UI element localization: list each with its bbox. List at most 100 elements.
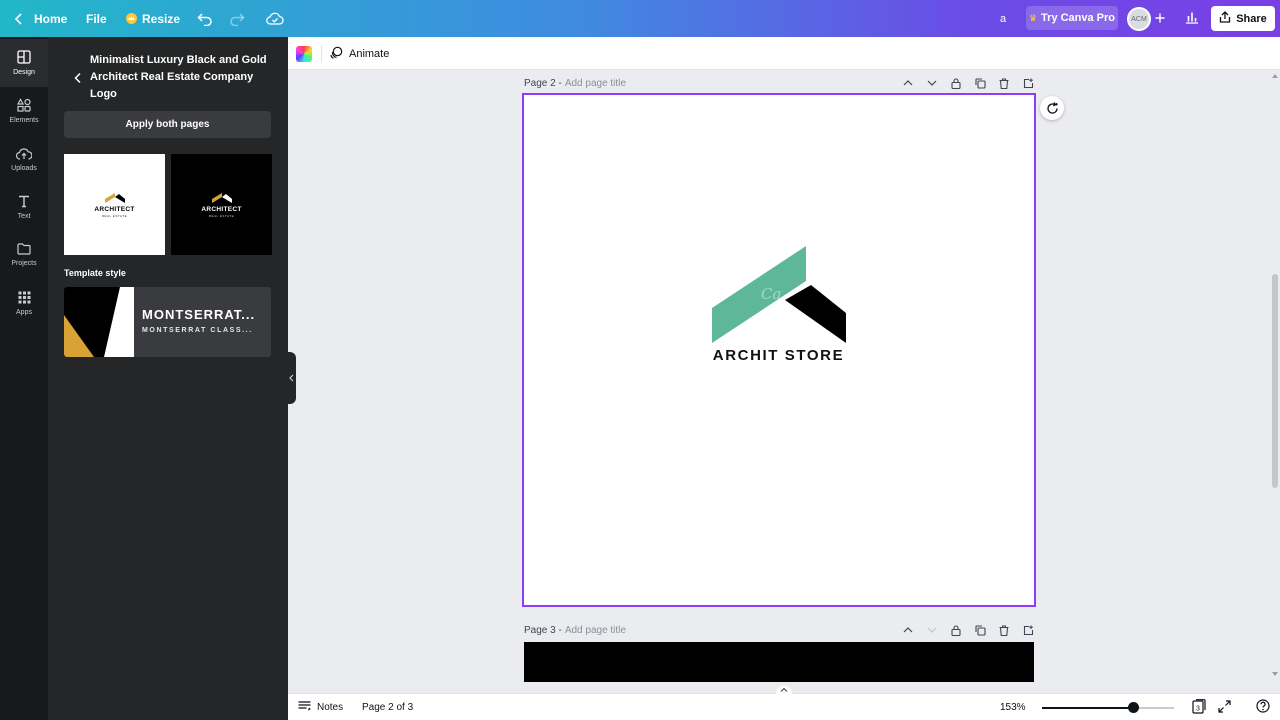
invite-button[interactable]	[1155, 0, 1165, 37]
rail-item-uploads[interactable]: Uploads	[0, 135, 48, 183]
page-3-title-input[interactable]: Add page title	[565, 625, 626, 636]
duplicate-page-button[interactable]	[972, 75, 988, 91]
trash-icon	[999, 77, 1009, 89]
duplicate-page-button[interactable]	[972, 622, 988, 638]
rail-item-projects[interactable]: Projects	[0, 231, 48, 279]
notes-icon	[298, 701, 311, 714]
redo-button[interactable]	[229, 0, 245, 37]
rail-label: Projects	[11, 260, 37, 267]
chevron-down-icon	[927, 80, 937, 86]
roof-logo-graphic[interactable]: Ca	[705, 240, 855, 345]
crown-icon	[126, 13, 137, 24]
notes-button[interactable]: Notes	[298, 694, 343, 720]
scroll-down-icon	[1272, 672, 1278, 676]
page-thumbnail-dark[interactable]: ARCHITECT REAL ESTATE	[171, 154, 272, 255]
insights-button[interactable]	[1185, 0, 1199, 37]
trash-icon	[999, 624, 1009, 636]
help-button[interactable]	[1256, 694, 1270, 720]
move-page-down-button[interactable]	[924, 622, 940, 638]
zoom-level[interactable]: 153%	[1000, 694, 1026, 720]
home-button[interactable]: Home	[14, 0, 67, 37]
panel-collapse-handle[interactable]	[286, 352, 296, 404]
fullscreen-button[interactable]	[1218, 694, 1231, 720]
lock-page-button[interactable]	[948, 75, 964, 91]
projects-icon	[17, 243, 31, 257]
template-style-card[interactable]: MONTSERRAT... MONTSERRAT CLASS...	[64, 287, 271, 357]
share-label: Share	[1236, 12, 1267, 25]
lock-page-button[interactable]	[948, 622, 964, 638]
rail-label: Design	[13, 69, 35, 76]
animate-icon	[330, 46, 343, 62]
share-button[interactable]: Share	[1211, 6, 1275, 31]
scroll-up-icon	[1272, 74, 1278, 78]
scroll-thumb[interactable]	[1272, 274, 1278, 488]
zoom-slider[interactable]	[1042, 702, 1174, 713]
user-initial[interactable]: a	[1000, 0, 1006, 37]
animate-label: Animate	[349, 47, 390, 60]
logo-text[interactable]: ARCHIT STORE	[700, 347, 857, 364]
undo-button[interactable]	[197, 0, 213, 37]
avatar[interactable]: ACM	[1127, 7, 1151, 31]
move-page-up-button[interactable]	[900, 75, 916, 91]
chevron-up-icon	[903, 80, 913, 86]
cloud-check-icon	[266, 12, 284, 25]
file-menu-button[interactable]: File	[86, 0, 107, 37]
move-page-up-button[interactable]	[900, 622, 916, 638]
lock-icon	[951, 624, 961, 636]
regenerate-button[interactable]	[1040, 96, 1064, 120]
rail-label: Text	[17, 213, 31, 220]
design-icon	[17, 50, 31, 66]
thumb-logo-word: ARCHITECT	[201, 205, 242, 213]
file-label: File	[86, 11, 107, 26]
add-page-button[interactable]	[1020, 75, 1036, 91]
page-3-canvas[interactable]	[524, 642, 1034, 682]
bar-chart-icon	[1185, 11, 1199, 27]
style-font-secondary: MONTSERRAT CLASS...	[142, 327, 253, 334]
rail-item-apps[interactable]: Apps	[0, 279, 48, 327]
thumb-logo-sub: REAL ESTATE	[101, 213, 128, 218]
show-pages-button[interactable]	[776, 686, 792, 694]
page-2-title-input[interactable]: Add page title	[565, 78, 626, 89]
toolbar-divider	[321, 45, 322, 63]
zoom-slider-knob[interactable]	[1128, 702, 1140, 713]
color-picker-button[interactable]	[296, 46, 312, 62]
color-palette-swatch	[64, 287, 134, 357]
refresh-icon	[1046, 101, 1058, 114]
try-canva-pro-button[interactable]: ♛ Try Canva Pro	[1026, 6, 1118, 30]
chevron-left-icon	[74, 72, 81, 84]
cloud-save-button[interactable]	[266, 0, 284, 37]
crown-icon: ♛	[1028, 12, 1038, 23]
move-page-down-button[interactable]	[924, 75, 940, 91]
rail-label: Elements	[9, 117, 39, 124]
home-label: Home	[34, 11, 68, 26]
page-controls	[900, 622, 1036, 638]
add-page-button[interactable]	[1020, 622, 1036, 638]
rail-item-text[interactable]: Text	[0, 183, 48, 231]
rail-item-design[interactable]: Design	[0, 39, 48, 87]
try-pro-label: Try Canva Pro	[1041, 12, 1116, 24]
apply-both-pages-button[interactable]: Apply both pages	[64, 111, 271, 138]
thumb-logo-sub: REAL ESTATE	[208, 213, 235, 218]
elements-icon	[16, 98, 31, 114]
add-page-icon	[1023, 625, 1033, 635]
thumb-logo-word: ARCHITECT	[94, 205, 135, 213]
apps-icon	[18, 291, 31, 306]
page-grid-button[interactable]: 3	[1192, 694, 1206, 720]
delete-page-button[interactable]	[996, 75, 1012, 91]
resize-button[interactable]: Resize	[126, 0, 180, 37]
roof-logo-icon	[104, 192, 125, 203]
chevron-down-icon	[927, 627, 937, 633]
animate-button[interactable]: Animate	[330, 37, 389, 70]
rail-item-elements[interactable]: Elements	[0, 87, 48, 135]
canvas-scrollbar[interactable]	[1270, 70, 1280, 683]
page-2-label: Page 2 -	[524, 77, 562, 89]
back-button[interactable]	[72, 72, 84, 84]
page-thumbnail-light[interactable]: ARCHITECT REAL ESTATE	[64, 154, 165, 255]
page-indicator[interactable]: Page 2 of 3	[362, 694, 413, 720]
delete-page-button[interactable]	[996, 622, 1012, 638]
share-icon	[1219, 11, 1231, 26]
page-count-icon: 3	[1192, 698, 1206, 717]
notes-label: Notes	[317, 702, 344, 713]
lock-icon	[951, 77, 961, 89]
text-icon	[17, 194, 31, 210]
